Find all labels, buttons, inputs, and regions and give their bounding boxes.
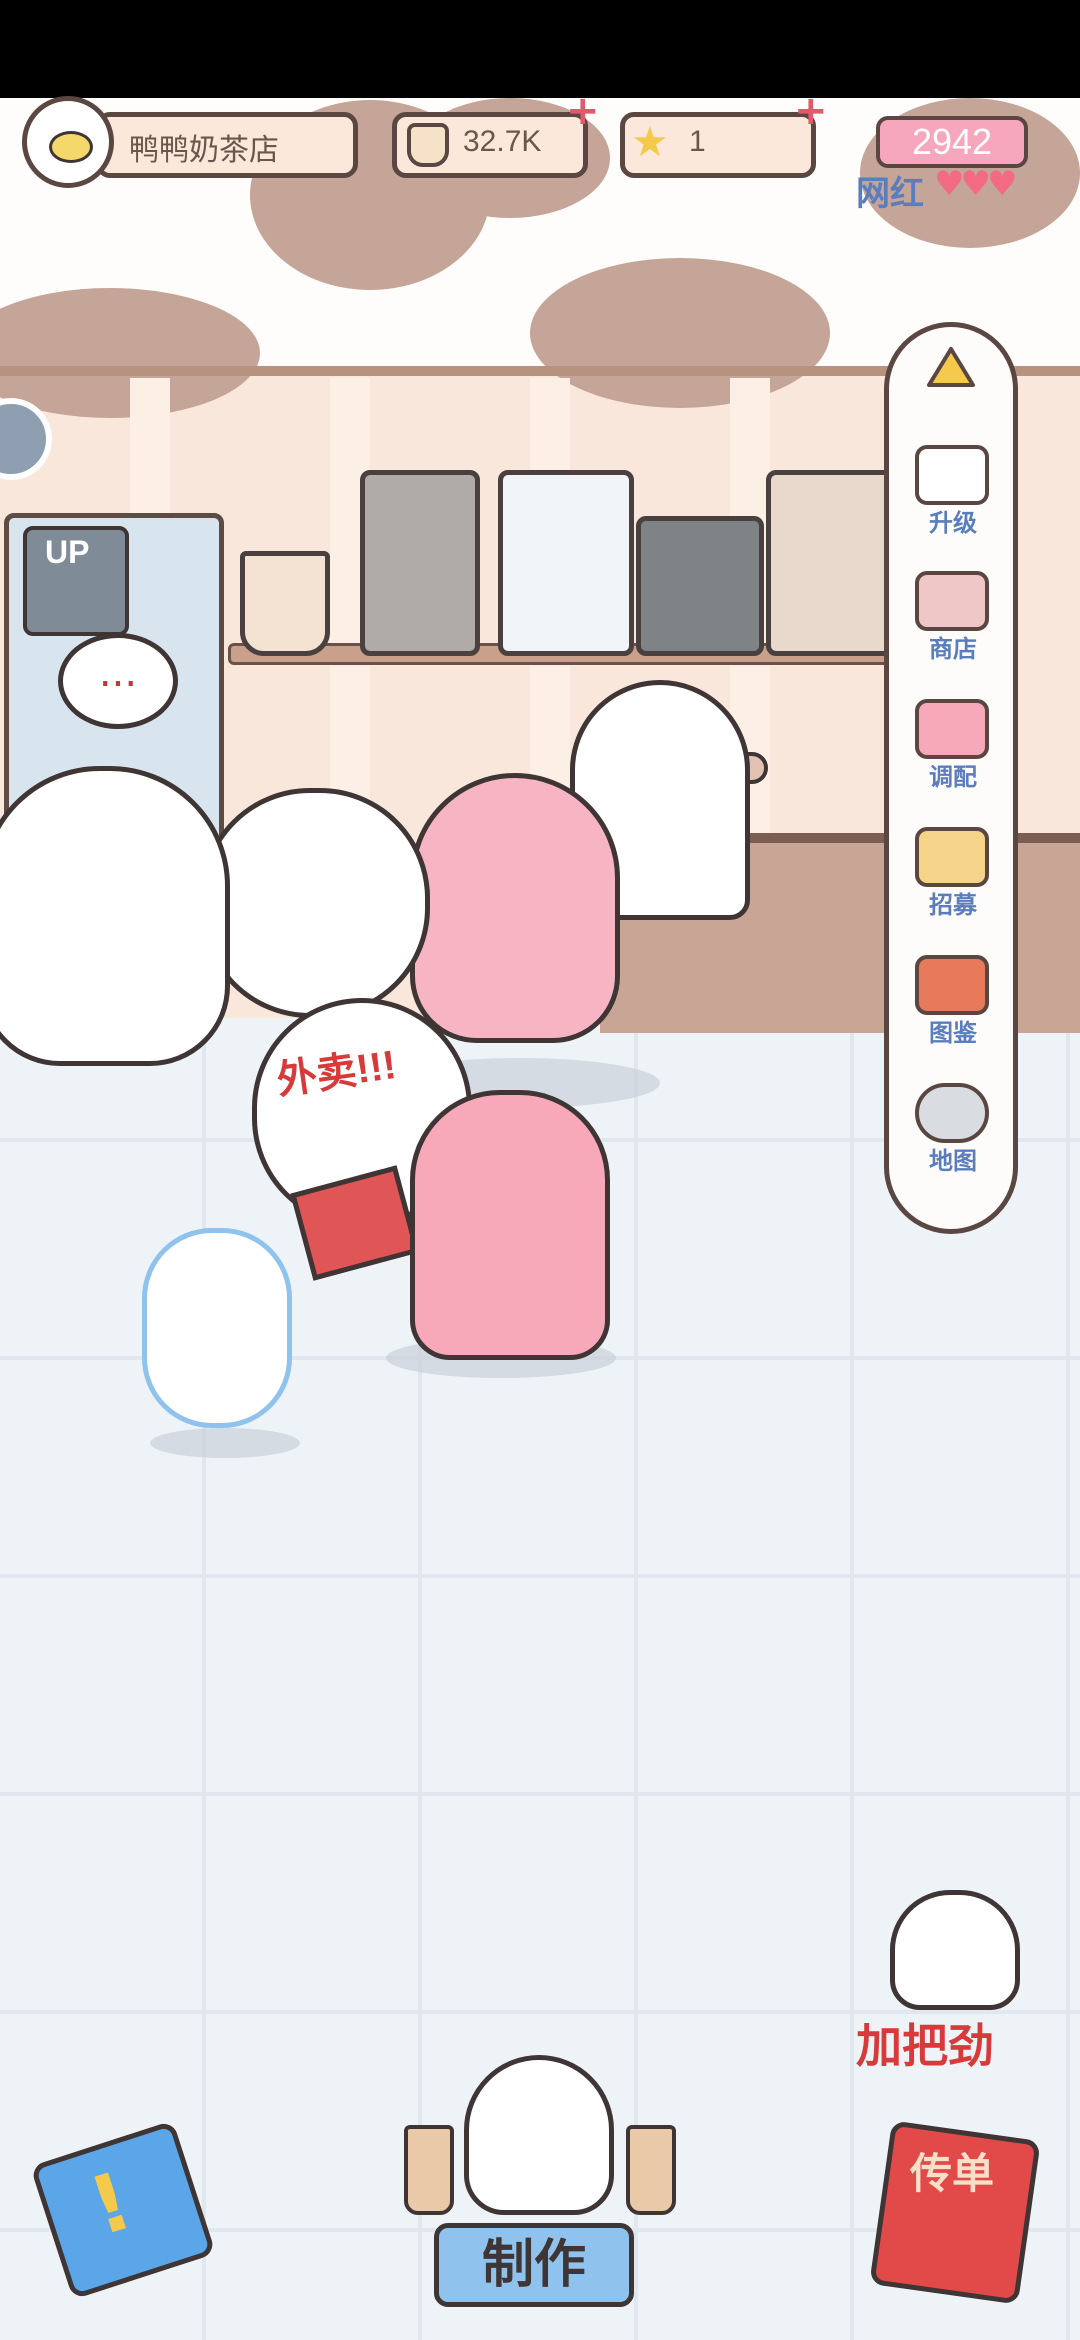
fans-value: 2942 (876, 116, 1028, 168)
milktea-cup-icon (404, 2125, 454, 2215)
menu-map-button[interactable]: 地图 (907, 1083, 999, 1183)
menu-label: 商店 (929, 636, 977, 663)
menu-recruit-button[interactable]: 招募 (907, 827, 999, 927)
cheer-button[interactable]: 加把劲 (850, 1890, 1050, 2080)
recruit-icon (915, 827, 989, 887)
icecream-machine[interactable] (498, 470, 634, 656)
duck-avatar-icon (49, 131, 93, 163)
fans-counter[interactable]: 2942 网红 ♥♥♥ (856, 112, 1046, 222)
avatar[interactable] (22, 96, 114, 188)
coffee-machine[interactable] (360, 470, 480, 656)
shop-name: 鸭鸭奶茶店 (129, 134, 279, 167)
menu-shop-button[interactable]: 商店 (907, 571, 999, 671)
guide-book-button[interactable]: ! (30, 2120, 216, 2300)
side-menu: 升级 商店 调配 招募 图鉴 地图 (884, 322, 1018, 1234)
catalog-icon (915, 955, 989, 1015)
character-shadow (150, 1428, 300, 1458)
cheer-label: 加把劲 (856, 2020, 994, 2072)
menu-label: 图鉴 (929, 1020, 977, 1047)
thought-bubble-text: ... (98, 650, 138, 696)
menu-upgrade-button[interactable]: 升级 (907, 445, 999, 545)
milktea-icon (407, 123, 449, 167)
menu-label: 升级 (929, 510, 977, 537)
flyer-button[interactable]: 传单 (860, 2120, 1041, 2305)
menu-label: 地图 (929, 1148, 977, 1175)
ghost-icon (915, 445, 989, 505)
milktea-cup-icon (626, 2125, 676, 2215)
status-bar (0, 0, 1080, 98)
duck-cheer-icon (890, 1890, 1020, 2010)
menu-label: 调配 (929, 764, 977, 791)
tea-dispenser[interactable] (636, 516, 764, 656)
oven-machine[interactable] (766, 470, 896, 656)
menu-mix-button[interactable]: 调配 (907, 699, 999, 799)
cow-customer[interactable] (0, 766, 230, 1066)
currency-value: 32.7K (463, 125, 542, 158)
fans-label: 网红 (856, 175, 924, 213)
make-button[interactable]: 制作 (434, 2223, 634, 2307)
currency-chip[interactable]: 32.7K (392, 112, 588, 178)
shop-name-chip[interactable]: 鸭鸭奶茶店 (96, 112, 358, 178)
map-icon (915, 1083, 989, 1143)
star-value: 1 (689, 125, 706, 158)
cloud-decoration (530, 258, 830, 408)
milk-jug (240, 551, 330, 656)
duck-chef-icon (464, 2055, 614, 2215)
dino-player[interactable] (410, 1090, 610, 1360)
cat-customer[interactable] (200, 788, 430, 1018)
mix-icon (915, 699, 989, 759)
thought-bubble: ... (58, 633, 178, 729)
menu-catalog-button[interactable]: 图鉴 (907, 955, 999, 1055)
collapse-arrow-icon[interactable] (925, 345, 977, 389)
menu-label: 招募 (929, 892, 977, 919)
upgrade-badge[interactable]: UP (23, 526, 129, 636)
upgrade-badge-text: UP (45, 534, 90, 570)
star-chip[interactable]: ★ 1 (620, 112, 816, 178)
pig-customer[interactable] (410, 773, 620, 1043)
make-drink-area[interactable]: 制作 (404, 2055, 676, 2315)
bunny-customer[interactable] (142, 1228, 292, 1428)
add-currency-icon[interactable]: + (566, 91, 600, 131)
flyer-label: 传单 (910, 2150, 995, 2197)
add-star-icon[interactable]: + (794, 91, 828, 131)
heart-icon: ♥♥♥ (934, 164, 1017, 204)
exclamation-icon: ! (79, 2154, 143, 2254)
book-icon: ! (30, 2120, 216, 2300)
star-icon: ★ (631, 117, 669, 166)
shop-icon (915, 571, 989, 631)
